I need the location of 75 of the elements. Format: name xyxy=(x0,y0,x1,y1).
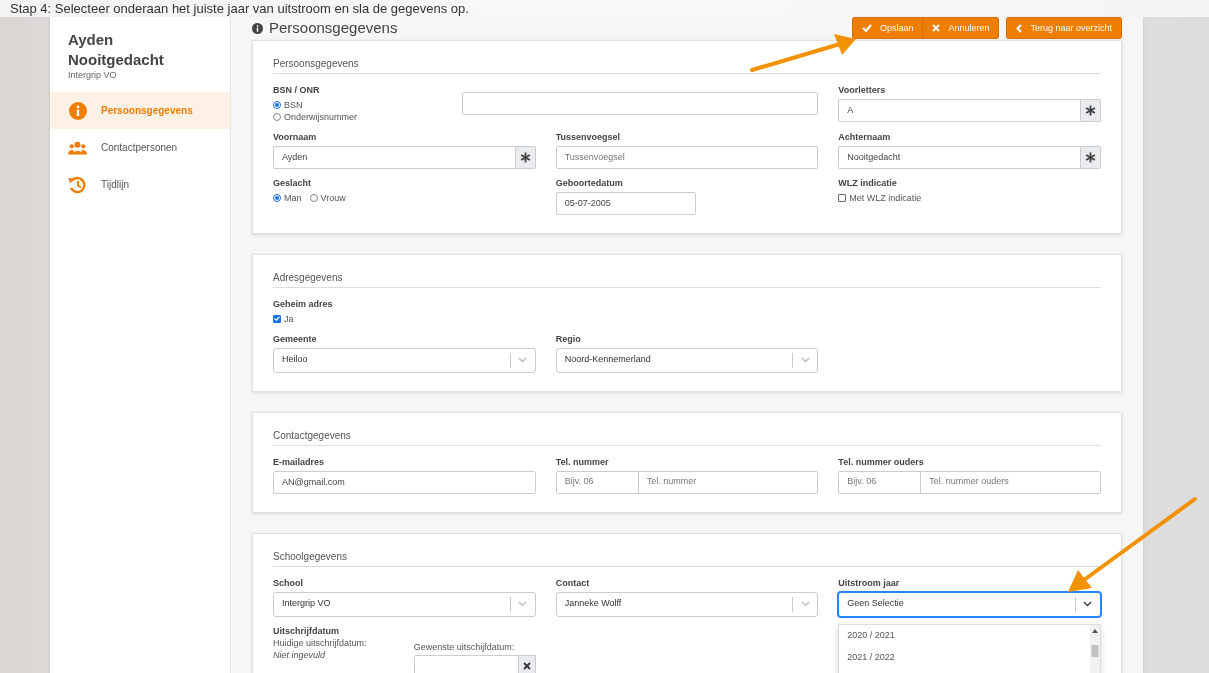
info-icon xyxy=(68,101,87,120)
phone-field[interactable]: Bijv. 06 Tel. nummer xyxy=(555,470,819,494)
field-label: Tel. nummer xyxy=(555,455,610,468)
field-label: Huidige uitschrijfdatum: xyxy=(273,636,368,649)
checkbox-label: Ja xyxy=(284,312,294,325)
chevron-down-icon xyxy=(800,357,810,363)
field-label: WLZ indicatie xyxy=(838,176,898,189)
date-field[interactable] xyxy=(413,654,519,673)
date-field[interactable]: 05-07-2005 xyxy=(555,191,696,215)
radio-label: Onderwijsnummer xyxy=(284,110,358,123)
field-label: Voornaam xyxy=(273,130,318,143)
chevron-left-icon xyxy=(1016,23,1023,33)
field-label: Geboortedatum xyxy=(555,176,624,189)
close-icon xyxy=(932,24,941,33)
info-icon xyxy=(252,22,263,34)
field-label: Gemeente xyxy=(273,332,318,345)
radio-label: BSN xyxy=(284,98,303,111)
field-value: Niet ingevuld xyxy=(273,648,327,661)
field-label: Tel. nummer ouders xyxy=(838,455,925,468)
field-label: School xyxy=(273,576,304,589)
asterisk-icon xyxy=(1085,151,1096,163)
field-label: Regio xyxy=(555,332,582,345)
checkbox[interactable] xyxy=(838,193,847,202)
history-icon xyxy=(68,175,87,194)
select-field[interactable]: Janneke Wolff xyxy=(555,591,819,617)
asterisk-icon xyxy=(1085,104,1096,116)
asterisk-icon xyxy=(519,151,531,163)
checkbox[interactable] xyxy=(273,314,281,323)
section-title: Adresgegevens xyxy=(273,269,1101,288)
radio-button[interactable] xyxy=(273,193,281,202)
field-label: Achternaam xyxy=(838,130,892,143)
field-label: Tussenvoegsel xyxy=(555,130,621,143)
field-label: Gewenste uitschijfdatum: xyxy=(413,640,516,653)
section-title: Contactgegevens xyxy=(273,427,1101,446)
chevron-down-icon xyxy=(518,601,528,607)
chevron-down-icon xyxy=(1083,601,1093,607)
input-field[interactable]: Tel. nummer ouders xyxy=(921,471,1100,493)
field-label: Voorletters xyxy=(838,83,887,96)
section-title: Schoolgegevens xyxy=(273,548,1101,567)
radio-label: Vrouw xyxy=(320,191,346,204)
radio-button[interactable] xyxy=(273,100,281,109)
student-name: Ayden Nooitgedacht xyxy=(68,30,165,70)
organisation-name: Intergrip VO xyxy=(68,70,117,80)
checkbox-label: Met WLZ indicatie xyxy=(849,191,922,204)
page-title: Persoonsgegevens xyxy=(269,18,398,38)
phone-field[interactable]: Bijv. 06 Tel. nummer ouders xyxy=(838,470,1101,494)
check-icon xyxy=(861,24,872,33)
people-icon xyxy=(68,139,87,156)
dropdown-option[interactable]: 2021 / 2022 xyxy=(839,646,1090,669)
section-title: Persoonsgegevens xyxy=(273,55,1101,74)
field-label: BSN / ONR xyxy=(273,83,321,96)
field-label: Uitstroom jaar xyxy=(838,576,901,589)
close-icon xyxy=(522,662,531,670)
input-field[interactable]: Tussenvoegsel xyxy=(555,145,819,169)
radio-button[interactable] xyxy=(309,193,318,202)
input-field[interactable] xyxy=(462,91,819,115)
input-field[interactable]: AN@gmail.com xyxy=(273,470,536,494)
select-field[interactable]: Intergrip VO xyxy=(273,591,536,617)
radio-label: Man xyxy=(284,191,302,204)
select-field[interactable]: Geen Selectie xyxy=(838,591,1101,617)
select-field[interactable]: Heiloo xyxy=(273,347,536,373)
select-field[interactable]: Noord-Kennemerland xyxy=(555,347,819,373)
field-label: E-mailadres xyxy=(273,455,326,468)
chevron-down-icon xyxy=(518,357,528,363)
input-field[interactable]: Tel. nummer xyxy=(638,471,818,493)
radio-button[interactable] xyxy=(273,112,281,121)
field-label: Contact xyxy=(555,576,591,589)
field-label: Geheim adres xyxy=(273,297,334,310)
instruction-text: Stap 4: Selecteer onderaan het juiste jaar van uitstroom en sla de gegevens op. xyxy=(9,0,469,17)
input-field[interactable]: Bijv. 06 xyxy=(839,471,922,493)
dropdown-option[interactable]: 2020 / 2021 xyxy=(839,624,1090,647)
input-field[interactable]: Bijv. 06 xyxy=(556,471,639,493)
chevron-down-icon xyxy=(800,601,810,607)
field-label: Geslacht xyxy=(273,176,313,189)
field-label: Uitschrijfdatum xyxy=(273,624,340,637)
